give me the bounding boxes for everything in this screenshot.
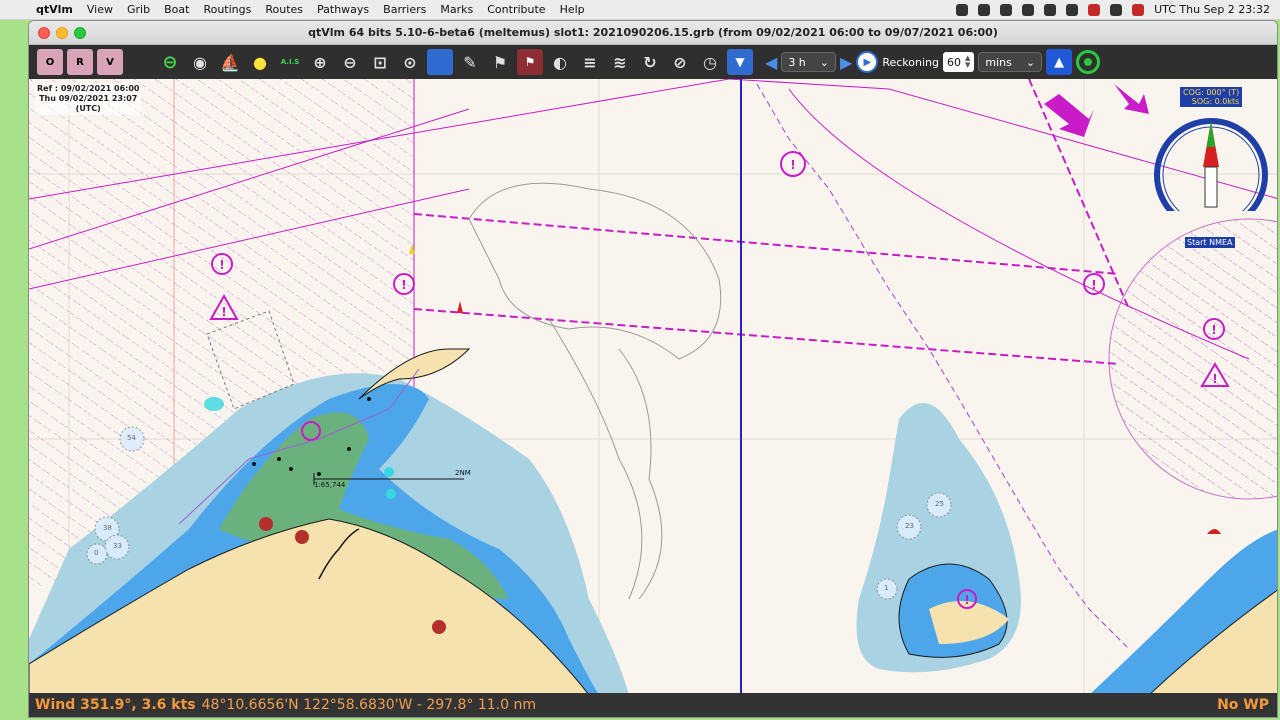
chart-canvas[interactable]: ! ! ! ! ! ! ! ! Ref: 09/02/2021 06:00 T… bbox=[29, 79, 1277, 695]
layers-icon[interactable]: ≡ bbox=[577, 49, 603, 75]
draw-route-icon[interactable]: ✎ bbox=[457, 49, 483, 75]
barometer-icon[interactable]: ◉ bbox=[187, 49, 213, 75]
dropbox-icon[interactable] bbox=[978, 3, 991, 16]
reckoning-input[interactable]: 60 ▲ ▼ bbox=[942, 52, 975, 72]
menu-boat[interactable]: Boat bbox=[164, 3, 189, 16]
zoom-fit-icon[interactable]: ⊡ bbox=[367, 49, 393, 75]
svg-text:!: ! bbox=[790, 158, 795, 172]
lightbulb-icon[interactable]: ● bbox=[247, 49, 273, 75]
time-step-select[interactable]: 3 h ⌄ bbox=[781, 52, 836, 72]
previous-time-icon[interactable]: ◀ bbox=[765, 53, 777, 72]
reckoning-unit-value: mins bbox=[985, 55, 1012, 69]
waypoint-status: No WP bbox=[1217, 697, 1269, 713]
menu-view[interactable]: View bbox=[87, 3, 113, 16]
time-step-value: 3 h bbox=[788, 55, 806, 69]
zoom-one-to-one-icon[interactable]: ⊙ bbox=[397, 49, 423, 75]
sog-value: SOG: 0.0kts bbox=[1191, 97, 1240, 106]
menu-contribute[interactable]: Contribute bbox=[487, 3, 545, 16]
svg-text:!: ! bbox=[401, 278, 406, 292]
sync-icon[interactable] bbox=[1022, 3, 1035, 16]
status-bar: Wind 351.9°, 3.6 kts 48°10.6656'N 122°58… bbox=[29, 693, 1277, 717]
svg-text:!: ! bbox=[1091, 278, 1096, 292]
chart-r-button[interactable]: R bbox=[67, 49, 93, 75]
download-icon[interactable]: ▼ bbox=[727, 49, 753, 75]
no-grib-icon[interactable]: ⊘ bbox=[667, 49, 693, 75]
next-time-icon[interactable]: ▶ bbox=[840, 53, 852, 72]
sounding-label: 23 bbox=[905, 522, 914, 530]
cursor-position-readout: 48°10.6656'N 122°58.6830'W - 297.8° 11.0… bbox=[201, 697, 536, 713]
app-menu[interactable]: qtVlm bbox=[36, 3, 73, 16]
cog-value: COG: 000° (T) bbox=[1183, 88, 1240, 97]
gps-status-icon[interactable] bbox=[1076, 50, 1101, 74]
boat-icon[interactable]: ⛵ bbox=[217, 49, 243, 75]
menu-routes[interactable]: Routes bbox=[265, 3, 303, 16]
barrier-icon[interactable]: ⚑ bbox=[487, 49, 513, 75]
battery-icon[interactable] bbox=[1000, 3, 1013, 16]
svg-text:!: ! bbox=[219, 258, 224, 272]
screen-icon[interactable] bbox=[956, 3, 969, 16]
stepper-icon[interactable]: ▲ ▼ bbox=[965, 55, 970, 69]
ref-date: Ref : 09/02/2021 06:00 bbox=[37, 84, 140, 93]
cog-sog-readout: COG: 000° (T) SOG: 0.0kts bbox=[1180, 87, 1243, 107]
lighthouse-icon[interactable] bbox=[127, 49, 153, 75]
clock-icon[interactable]: ◷ bbox=[697, 49, 723, 75]
reckoning-label: Reckoning bbox=[882, 55, 939, 69]
start-nmea-button[interactable]: Start NMEA bbox=[1185, 237, 1235, 248]
qtvlm-window: qtVlm 64 bits 5.10-6-beta6 (meltemus) sl… bbox=[28, 20, 1278, 718]
window-titlebar: qtVlm 64 bits 5.10-6-beta6 (meltemus) sl… bbox=[29, 21, 1277, 45]
reckoning-value: 60 bbox=[946, 55, 961, 69]
sounding-label: 38 bbox=[103, 524, 112, 532]
alarm-bell-icon[interactable]: ▲ bbox=[1046, 49, 1073, 75]
sounding-label: 0 bbox=[94, 549, 99, 557]
scale-distance: 2NM bbox=[455, 469, 471, 477]
ais-label: A.I.S bbox=[280, 58, 300, 66]
menu-routings[interactable]: Routings bbox=[203, 3, 251, 16]
svg-text:!: ! bbox=[221, 305, 226, 319]
malware-icon[interactable] bbox=[1110, 3, 1123, 16]
menubar-clock[interactable]: UTC Thu Sep 2 23:32 bbox=[1154, 3, 1270, 16]
macos-menubar: qtVlm View Grib Boat Routings Routes Pat… bbox=[0, 0, 1280, 20]
sounding-label: 54 bbox=[127, 434, 136, 442]
wind-readout: Wind 351.9°, 3.6 kts bbox=[35, 697, 196, 713]
compass-arrow-icon[interactable]: ⊖ bbox=[157, 49, 183, 75]
svg-text:!: ! bbox=[1212, 372, 1217, 386]
play-button[interactable]: ▶ bbox=[856, 51, 879, 73]
sounding-label: 25 bbox=[935, 500, 944, 508]
sounding-label: 1 bbox=[884, 584, 889, 592]
grib-reference-box: Ref : 09/02/2021 06:00 Thu 09/02/2021 23… bbox=[35, 83, 142, 115]
zoom-out-icon[interactable]: ⊖ bbox=[337, 49, 363, 75]
refresh-icon[interactable]: ↻ bbox=[637, 49, 663, 75]
shield-icon[interactable] bbox=[1066, 3, 1079, 16]
camera-icon[interactable] bbox=[1044, 3, 1057, 16]
menu-grib[interactable]: Grib bbox=[127, 3, 150, 16]
windsock-icon[interactable]: ≋ bbox=[607, 49, 633, 75]
globe-icon[interactable]: ◐ bbox=[547, 49, 573, 75]
zoom-in-icon[interactable]: ⊕ bbox=[307, 49, 333, 75]
scale-ratio: 1:65,744 bbox=[314, 481, 346, 489]
badge-icon[interactable] bbox=[1088, 3, 1101, 16]
svg-text:!: ! bbox=[964, 593, 969, 607]
reckoning-unit-select[interactable]: mins ⌄ bbox=[978, 52, 1043, 72]
svg-text:!: ! bbox=[1211, 323, 1216, 337]
ais-button[interactable]: A.I.S bbox=[277, 49, 303, 75]
select-area-icon[interactable] bbox=[427, 49, 453, 75]
chart-o-button[interactable]: O bbox=[37, 49, 63, 75]
timezone-label: (UTC) bbox=[75, 104, 101, 113]
chevron-down-icon: ⌄ bbox=[1025, 55, 1036, 69]
menu-barriers[interactable]: Barriers bbox=[383, 3, 426, 16]
main-toolbar: O R V ⊖ ◉ ⛵ ● A.I.S ⊕ ⊖ ⊡ ⊙ ✎ ⚑ ⚑ ◐ ≡ ≋ … bbox=[29, 45, 1277, 79]
menu-help[interactable]: Help bbox=[560, 3, 585, 16]
reminder-icon[interactable] bbox=[1132, 3, 1145, 16]
chart-drawing: ! ! ! ! ! ! ! ! bbox=[29, 79, 1277, 695]
window-title: qtVlm 64 bits 5.10-6-beta6 (meltemus) sl… bbox=[308, 26, 998, 39]
chart-v-button[interactable]: V bbox=[97, 49, 123, 75]
chevron-down-icon: ⌄ bbox=[819, 55, 829, 69]
menu-pathways[interactable]: Pathways bbox=[317, 3, 369, 16]
no-barrier-icon[interactable]: ⚑ bbox=[517, 49, 543, 75]
current-date: Thu 09/02/2021 23:07 bbox=[39, 94, 138, 103]
sounding-label: 33 bbox=[113, 542, 122, 550]
menu-marks[interactable]: Marks bbox=[440, 3, 473, 16]
